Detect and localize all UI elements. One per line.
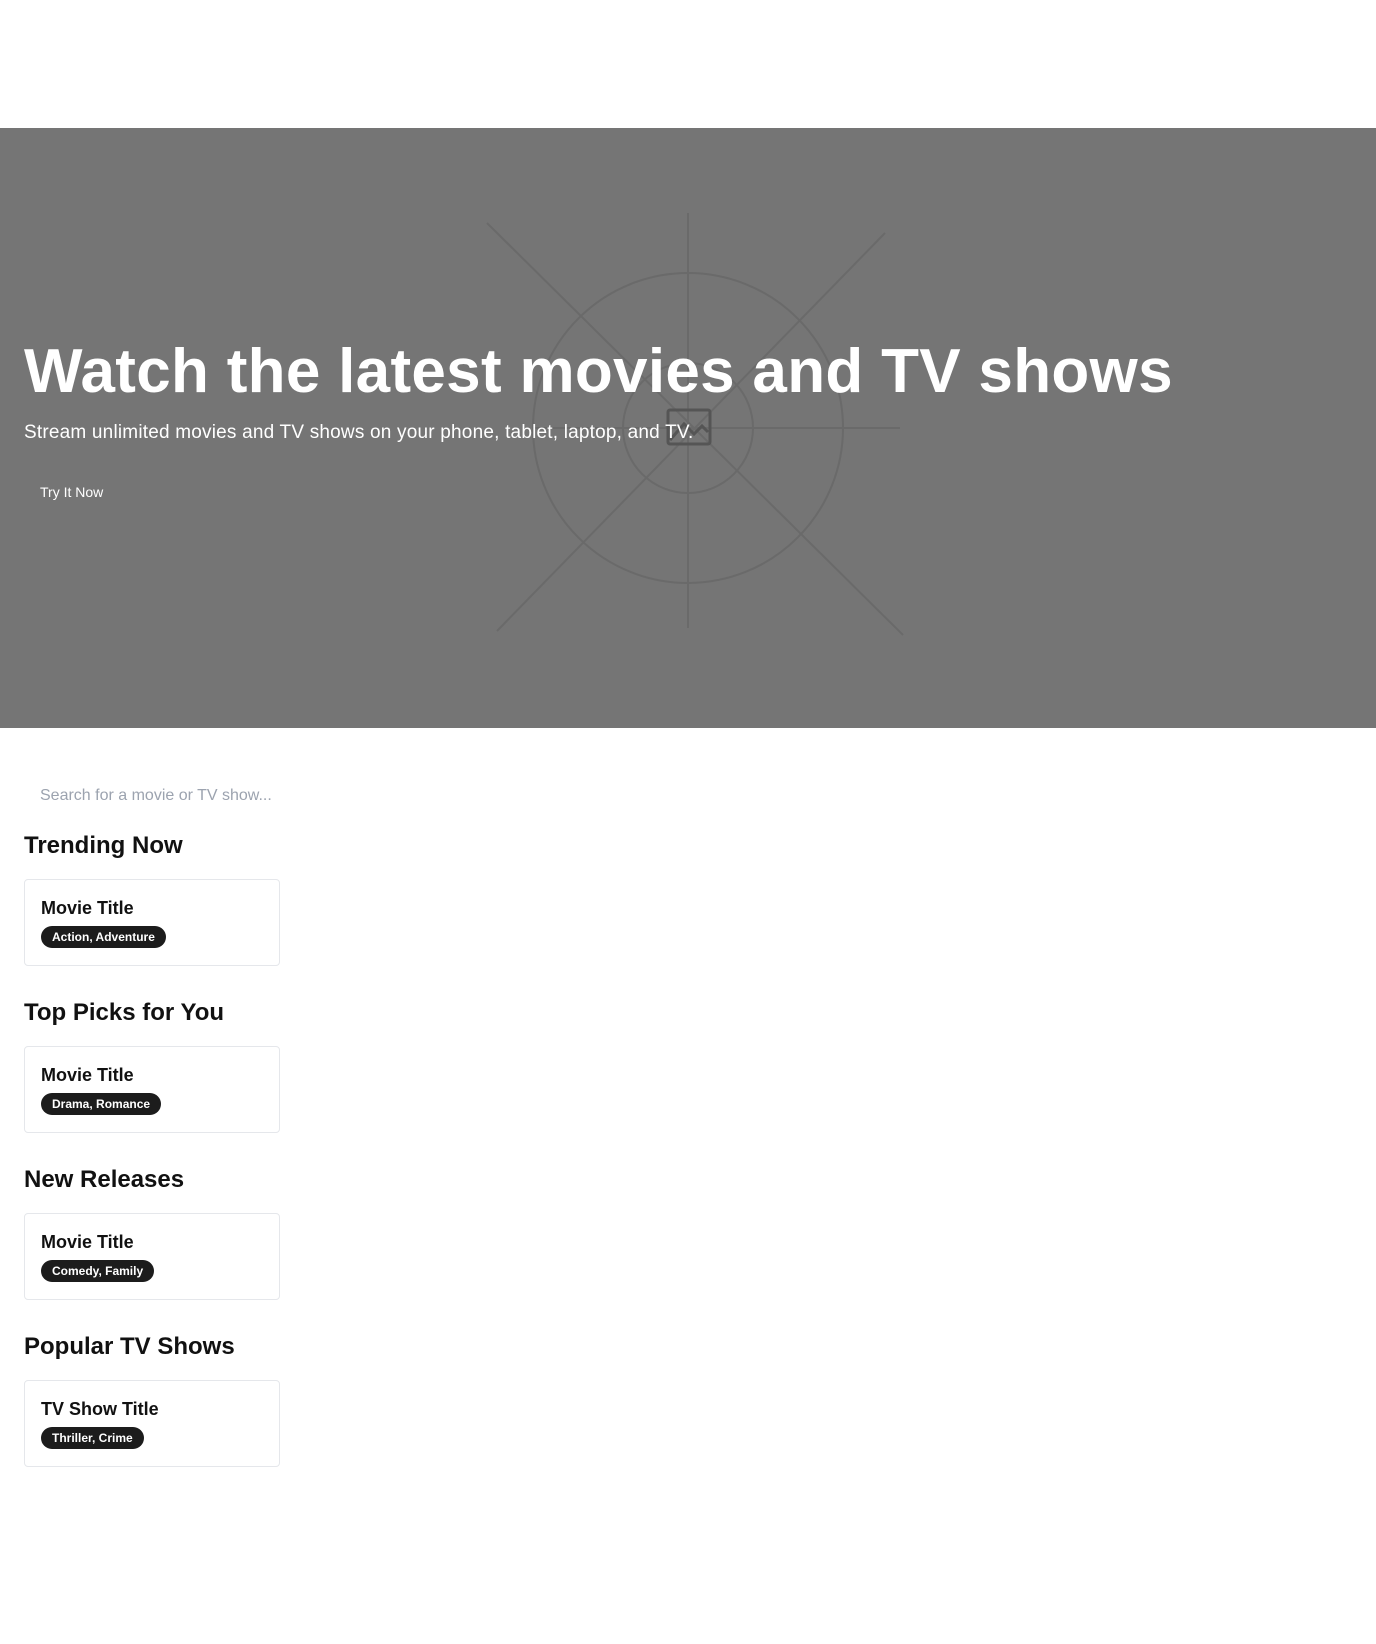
card-title: Movie Title — [41, 1064, 134, 1085]
movie-card[interactable]: Movie Title Drama, Romance — [24, 1045, 280, 1133]
hero-content: Watch the latest movies and TV shows Str… — [24, 337, 1324, 508]
hero-title: Watch the latest movies and TV shows — [24, 337, 1173, 406]
movie-card[interactable]: Movie Title Comedy, Family — [24, 1212, 280, 1300]
section-title: Trending Now — [24, 832, 183, 859]
page: Watch the latest movies and TV shows Str… — [0, 0, 1376, 1644]
section-title: New Releases — [24, 1166, 185, 1193]
genre-badge: Thriller, Crime — [41, 1427, 144, 1450]
genre-badge: Drama, Romance — [41, 1093, 162, 1116]
genre-badge: Action, Adventure — [41, 926, 166, 949]
hero-banner: Watch the latest movies and TV shows Str… — [0, 128, 1376, 728]
section-new-releases: New Releases Movie Title Comedy, Family — [24, 1166, 280, 1300]
tv-show-card[interactable]: TV Show Title Thriller, Crime — [24, 1379, 280, 1467]
search-input[interactable] — [24, 776, 324, 816]
movie-card[interactable]: Movie Title Action, Adventure — [24, 878, 280, 966]
section-title: Top Picks for You — [24, 999, 225, 1026]
card-title: Movie Title — [41, 897, 134, 918]
card-title: TV Show Title — [41, 1398, 159, 1419]
section-title: Popular TV Shows — [24, 1333, 235, 1360]
section-top-picks: Top Picks for You Movie Title Drama, Rom… — [24, 999, 280, 1133]
hero-subtitle: Stream unlimited movies and TV shows on … — [24, 422, 694, 444]
section-trending-now: Trending Now Movie Title Action, Adventu… — [24, 832, 280, 966]
try-it-now-button[interactable]: Try It Now — [24, 476, 119, 508]
section-popular-tv-shows: Popular TV Shows TV Show Title Thriller,… — [24, 1333, 280, 1467]
card-title: Movie Title — [41, 1231, 134, 1252]
genre-badge: Comedy, Family — [41, 1260, 155, 1283]
